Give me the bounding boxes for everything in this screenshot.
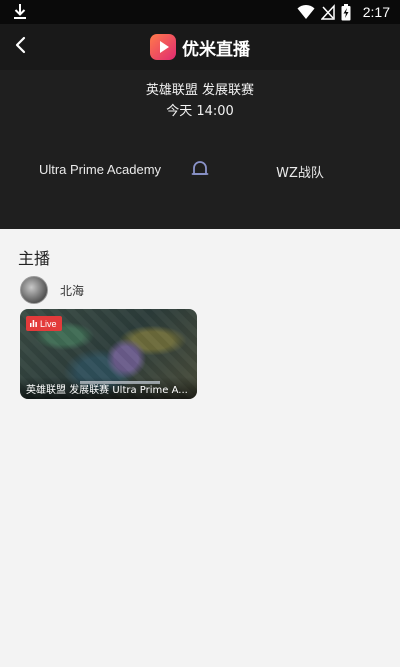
avatar[interactable] <box>20 276 48 304</box>
bell-icon[interactable] <box>190 159 210 179</box>
stream-card[interactable]: Live 英雄联盟 发展联赛 Ultra Prime A... <box>20 309 197 399</box>
download-icon <box>14 4 26 19</box>
team-b-name: WZ战队 <box>276 166 324 181</box>
stream-title: 英雄联盟 发展联赛 Ultra Prime A... <box>20 377 197 399</box>
match-time: 今天 14:00 <box>166 104 234 119</box>
live-badge: Live <box>26 316 62 331</box>
app-brand: 优米直播 <box>150 34 250 60</box>
status-bar: 2:17 <box>0 0 400 24</box>
app-top-bar: 优米直播 <box>0 24 400 70</box>
back-arrow-icon[interactable] <box>10 34 32 56</box>
status-icons: 2:17 <box>297 3 390 21</box>
team-a-name: Ultra Prime Academy <box>38 162 162 177</box>
match-header: 优米直播 英雄联盟 发展联赛 今天 14:00 Ultra Prime Acad… <box>0 24 400 229</box>
no-signal-icon <box>320 4 335 20</box>
match-title: 英雄联盟 发展联赛 <box>145 83 255 98</box>
play-logo-icon <box>150 34 176 60</box>
app-name: 优米直播 <box>182 39 250 60</box>
status-time: 2:17 <box>362 4 390 20</box>
section-title-streamers: 主播 <box>18 249 51 268</box>
wifi-icon <box>297 4 315 19</box>
battery-charging-icon <box>341 3 351 20</box>
streamer-name[interactable]: 北海 <box>60 282 84 299</box>
live-badge-label: Live <box>40 318 57 329</box>
live-bars-icon <box>30 320 37 327</box>
